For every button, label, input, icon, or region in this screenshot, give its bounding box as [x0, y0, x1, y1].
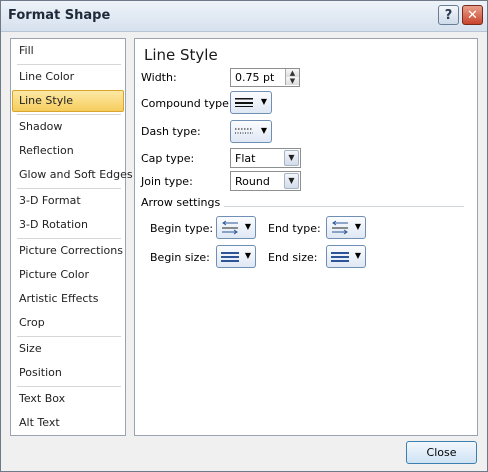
sidebar-item-crop[interactable]: Crop	[12, 312, 124, 334]
sidebar-item-text-box[interactable]: Text Box	[12, 388, 124, 410]
sidebar-item-picture-corrections[interactable]: Picture Corrections	[12, 240, 124, 262]
sidebar-item-line-style[interactable]: Line Style	[12, 90, 124, 112]
begin-size-dropdown[interactable]: ▼	[216, 245, 256, 268]
separator	[17, 386, 121, 387]
decrease-icon[interactable]: ▼	[285, 77, 299, 85]
begin-size-label: Begin size:	[150, 251, 210, 264]
help-icon: ?	[444, 7, 453, 23]
chevron-down-icon: ▼	[260, 97, 267, 106]
join-type-select[interactable]: Round ▼	[230, 171, 301, 191]
sidebar-item-glow-soft-edges[interactable]: Glow and Soft Edges	[12, 164, 133, 186]
sidebar-item-picture-color[interactable]: Picture Color	[12, 264, 124, 286]
end-type-label: End type:	[268, 222, 321, 235]
line-style-panel: Line Style Width: 0.75 pt ▲ ▼ Compound t…	[134, 38, 478, 436]
separator	[17, 188, 121, 189]
chevron-down-icon: ▼	[260, 126, 267, 135]
dash-line-icon	[235, 128, 253, 134]
sidebar-item-line-color[interactable]: Line Color	[12, 66, 124, 88]
chevron-down-icon: ▼	[244, 222, 251, 231]
separator	[17, 336, 121, 337]
compound-line-icon	[235, 98, 253, 107]
dialog-title: Format Shape	[8, 8, 111, 23]
close-button[interactable]: Close	[406, 441, 477, 464]
sidebar-item-reflection[interactable]: Reflection	[12, 140, 124, 162]
arrow-type-icon	[222, 220, 238, 235]
category-list: Fill Line Color Line Style Shadow Reflec…	[10, 38, 133, 436]
sidebar-item-3d-format[interactable]: 3-D Format	[12, 190, 124, 212]
separator	[17, 238, 121, 239]
separator	[17, 64, 121, 65]
compound-type-dropdown[interactable]: ▼	[230, 91, 272, 114]
dash-type-label: Dash type:	[141, 125, 201, 138]
chevron-down-icon: ▼	[244, 251, 251, 260]
begin-type-label: Begin type:	[150, 222, 214, 235]
separator	[17, 114, 121, 115]
join-type-label: Join type:	[141, 175, 193, 188]
sidebar-item-size[interactable]: Size	[12, 338, 124, 360]
title-bar[interactable]: Format Shape ? ✕	[1, 1, 487, 32]
sidebar-item-position[interactable]: Position	[12, 362, 124, 384]
end-size-dropdown[interactable]: ▼	[326, 245, 366, 268]
sidebar-item-fill[interactable]: Fill	[12, 40, 124, 62]
sidebar-item-shadow[interactable]: Shadow	[12, 116, 124, 138]
cap-type-label: Cap type:	[141, 152, 195, 165]
end-size-label: End size:	[268, 251, 318, 264]
end-type-dropdown[interactable]: ▼	[326, 216, 366, 239]
help-button[interactable]: ?	[438, 5, 459, 25]
chevron-down-icon: ▼	[354, 222, 361, 231]
arrow-type-icon	[332, 220, 348, 235]
title-close-button[interactable]: ✕	[462, 5, 483, 25]
panel-title: Line Style	[144, 46, 218, 64]
width-spinner[interactable]: 0.75 pt ▲ ▼	[230, 68, 300, 87]
chevron-down-icon[interactable]: ▼	[284, 173, 299, 189]
width-stepper[interactable]: ▲ ▼	[285, 69, 299, 86]
increase-icon[interactable]: ▲	[285, 69, 299, 77]
cap-type-value: Flat	[235, 152, 256, 165]
dash-type-dropdown[interactable]: ▼	[230, 120, 272, 143]
chevron-down-icon[interactable]: ▼	[284, 150, 299, 166]
join-type-value: Round	[235, 175, 270, 188]
arrow-size-icon	[331, 252, 349, 262]
width-label: Width:	[141, 71, 177, 84]
arrow-size-icon	[221, 252, 239, 262]
sidebar-item-3d-rotation[interactable]: 3-D Rotation	[12, 214, 124, 236]
format-shape-dialog: Format Shape ? ✕ Fill Line Color Line St…	[0, 0, 488, 472]
chevron-down-icon: ▼	[354, 251, 361, 260]
width-value[interactable]: 0.75 pt	[235, 71, 274, 84]
compound-type-label: Compound type:	[141, 97, 233, 110]
cap-type-select[interactable]: Flat ▼	[230, 148, 301, 168]
arrow-settings-heading: Arrow settings	[141, 196, 221, 209]
arrow-settings-divider	[224, 206, 464, 207]
sidebar-item-alt-text[interactable]: Alt Text	[12, 412, 124, 434]
sidebar-item-artistic-effects[interactable]: Artistic Effects	[12, 288, 124, 310]
close-icon: ✕	[467, 7, 478, 23]
begin-type-dropdown[interactable]: ▼	[216, 216, 256, 239]
